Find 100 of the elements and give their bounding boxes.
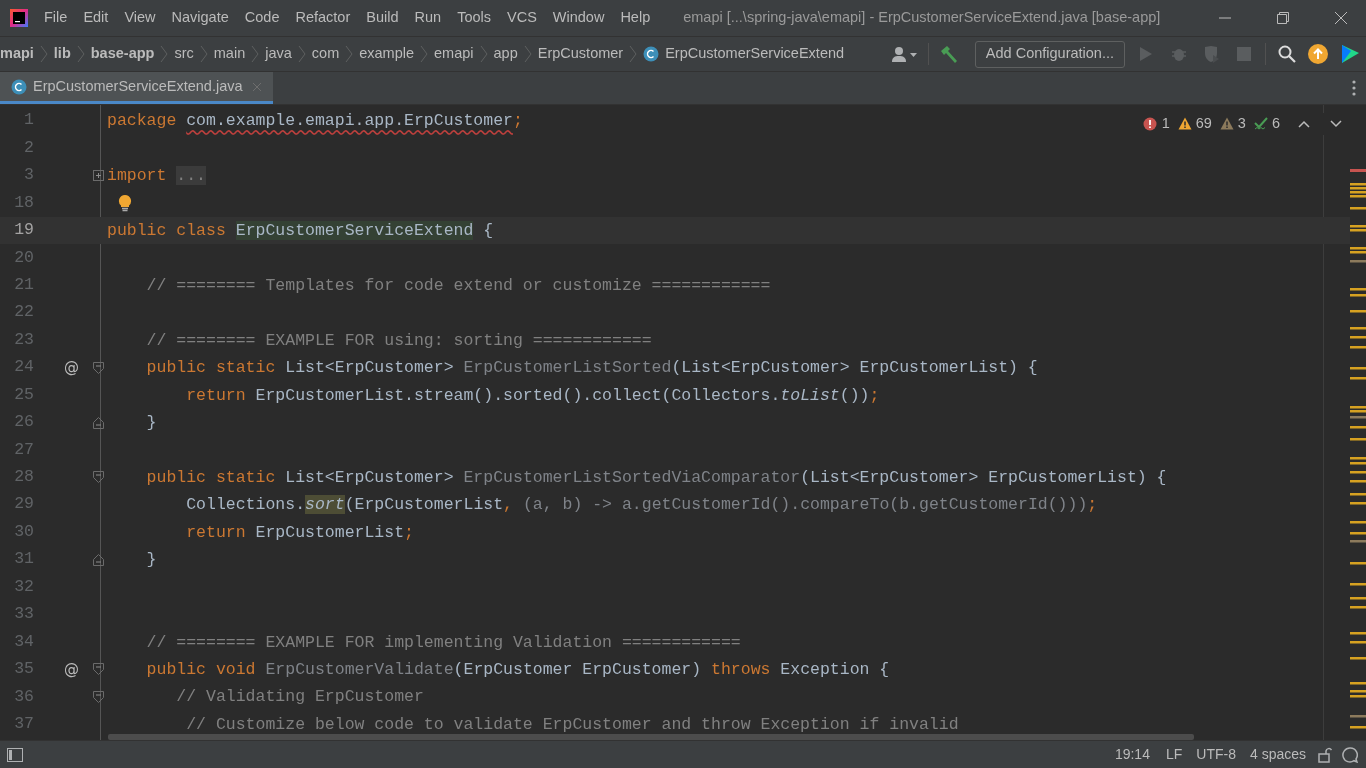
breadcrumb-item[interactable]: ErpCustomerServiceExtend — [665, 43, 845, 65]
class-icon — [643, 46, 660, 62]
caret-position[interactable]: 19:14 — [1114, 744, 1150, 765]
chevron-icon — [345, 45, 354, 63]
line-number: 28 — [13, 466, 34, 489]
override-marker[interactable]: @ — [64, 356, 79, 379]
breadcrumb-item[interactable]: ErpCustomer — [537, 43, 624, 65]
code-line: public static List<ErpCustomer> ErpCustomerListSorted(List<ErpCustomer> ErpCustomerList) { — [145, 359, 1038, 377]
override-marker[interactable]: @ — [64, 658, 79, 681]
expand-fold-icon[interactable] — [93, 170, 104, 182]
breadcrumb-item[interactable]: java — [265, 43, 292, 65]
line-number: 22 — [13, 301, 34, 324]
breadcrumb-item[interactable]: app — [493, 43, 518, 65]
weak-warning-count: 3 — [1237, 114, 1246, 133]
code-line: return ErpCustomerList.stream().sorted().collect(Collectors.toList()); — [185, 386, 880, 404]
collapse-fold-icon[interactable] — [93, 663, 104, 676]
menu-item[interactable]: Build — [366, 7, 399, 29]
menu-item[interactable]: Help — [620, 7, 651, 29]
code-line: Collections.sort(ErpCustomerList, (a, b) -> a.getCustomerId().compareTo(b.getCustomerId())); — [185, 496, 1098, 514]
chevron-icon — [199, 45, 208, 63]
collapse-fold-icon[interactable] — [93, 416, 104, 429]
typo-count: 6 — [1271, 114, 1280, 133]
notifications-icon[interactable] — [1342, 746, 1358, 763]
search-icon[interactable] — [1278, 45, 1296, 63]
chevron-icon — [420, 45, 429, 63]
line-separator[interactable]: LF — [1165, 744, 1183, 765]
line-number: 20 — [13, 246, 34, 269]
chevron-icon — [76, 45, 85, 63]
window-title: emapi [...\spring-java\emapi] - ErpCustomerServiceExtend.java [base-app] — [683, 8, 1161, 28]
collapse-fold-icon[interactable] — [93, 553, 104, 566]
line-number: 33 — [13, 603, 34, 626]
chevron-up-icon[interactable] — [1298, 119, 1310, 128]
line-number: 19 — [13, 219, 34, 242]
typo-check-icon[interactable] — [1253, 116, 1268, 131]
code-line: public void ErpCustomerValidate(ErpCustomer ErpCustomer) throws Exception { — [145, 660, 890, 678]
panel-toggle-icon[interactable] — [7, 747, 23, 762]
line-number: 23 — [13, 328, 34, 351]
update-icon[interactable] — [1308, 44, 1328, 64]
horizontal-scrollbar[interactable] — [108, 734, 1194, 740]
line-number: 34 — [13, 630, 34, 653]
collapse-fold-icon[interactable] — [93, 690, 104, 703]
breadcrumb-item[interactable]: src — [174, 43, 194, 65]
line-number: 24 — [13, 356, 34, 379]
plugin-logo-icon[interactable] — [1340, 44, 1360, 64]
collapse-fold-icon[interactable] — [93, 471, 104, 484]
unlock-icon[interactable] — [1318, 746, 1332, 763]
line-number: 31 — [13, 548, 34, 571]
chevron-down-icon[interactable] — [1330, 119, 1342, 128]
breadcrumb-item[interactable]: example — [359, 43, 415, 65]
hammer-icon[interactable] — [938, 45, 959, 63]
menu-item[interactable]: View — [124, 7, 156, 29]
code-line: import ... — [107, 167, 207, 185]
warning-icon[interactable] — [1177, 117, 1192, 131]
menu-item[interactable]: Edit — [83, 7, 109, 29]
breadcrumb-item[interactable]: main — [213, 43, 246, 65]
menu-item[interactable]: File — [44, 7, 68, 29]
file-encoding[interactable]: UTF-8 — [1196, 744, 1236, 765]
user-icon[interactable] — [891, 46, 918, 62]
line-number: 36 — [13, 685, 34, 708]
lightbulb-icon[interactable] — [118, 194, 132, 213]
editor-tab[interactable]: ErpCustomerServiceExtend.java — [0, 72, 273, 104]
code-line: package com.example.emapi.app.ErpCustomer; — [107, 112, 523, 130]
error-count: 1 — [1161, 114, 1170, 133]
menu-item[interactable]: Tools — [457, 7, 491, 29]
close-icon[interactable] — [1334, 11, 1348, 25]
chevron-icon — [297, 45, 306, 63]
code-line: return ErpCustomerList; — [185, 523, 414, 541]
collapse-fold-icon[interactable] — [93, 361, 104, 374]
line-number: 27 — [13, 438, 34, 461]
line-number: 30 — [13, 520, 34, 543]
line-number: 29 — [13, 493, 34, 516]
code-line: // ======== EXAMPLE FOR using: sorting ============ — [145, 331, 652, 349]
error-icon[interactable] — [1142, 116, 1157, 131]
menu-item[interactable]: Code — [244, 7, 280, 29]
breadcrumb-item[interactable]: emapi — [434, 43, 474, 65]
warning-count: 69 — [1195, 114, 1212, 133]
restore-icon[interactable] — [1276, 11, 1290, 25]
breadcrumb-item[interactable]: base-app — [90, 43, 155, 65]
breadcrumb-item[interactable]: lib — [53, 43, 71, 65]
menu-item[interactable]: Run — [414, 7, 442, 29]
more-icon[interactable] — [1352, 80, 1356, 96]
chevron-icon — [39, 45, 48, 63]
line-number: 25 — [13, 383, 34, 406]
menu-item[interactable]: Refactor — [295, 7, 351, 29]
add-configuration-button[interactable]: Add Configuration... — [974, 40, 1125, 68]
indent-setting[interactable]: 4 spaces — [1249, 744, 1306, 765]
class-icon — [11, 78, 27, 95]
line-number: 3 — [23, 164, 34, 187]
code-line: public class ErpCustomerServiceExtend { — [107, 221, 494, 239]
menu-item[interactable]: VCS — [507, 7, 537, 29]
line-number: 37 — [13, 712, 34, 735]
app-logo-icon — [10, 9, 28, 27]
warning-icon[interactable] — [1219, 117, 1234, 131]
breadcrumb-item[interactable]: mapi — [0, 43, 34, 65]
breadcrumb-item[interactable]: com — [311, 43, 340, 65]
line-number: 26 — [13, 411, 34, 434]
menu-item[interactable]: Navigate — [171, 7, 229, 29]
code-line: // Validating ErpCustomer — [175, 688, 424, 706]
menu-item[interactable]: Window — [552, 7, 605, 29]
chevron-icon — [479, 45, 488, 63]
